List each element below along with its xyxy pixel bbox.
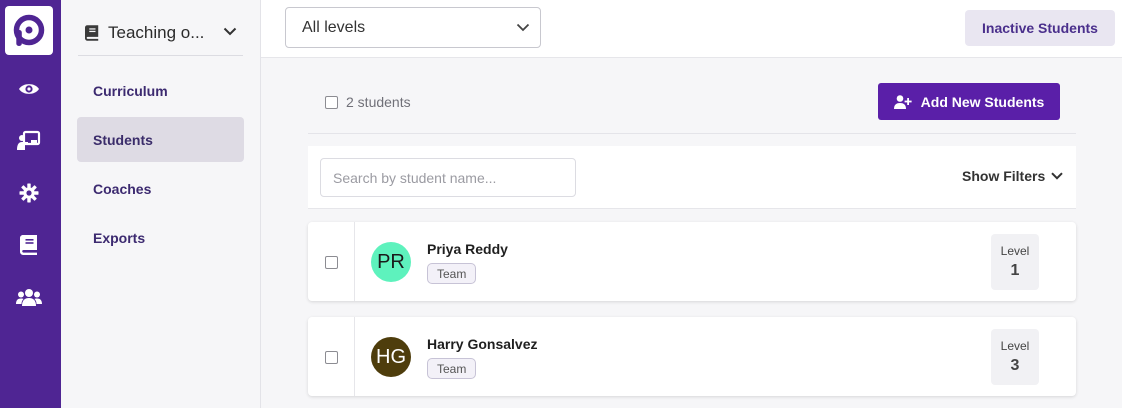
sidebar-item-coaches[interactable]: Coaches	[77, 166, 244, 211]
show-filters-label: Show Filters	[962, 168, 1046, 184]
course-title: Teaching o...	[108, 22, 205, 42]
level-select-value: All levels	[302, 18, 366, 36]
row-select-cell	[308, 222, 355, 301]
level-value: 1	[1010, 262, 1020, 279]
sidebar-item-students[interactable]: Students	[77, 117, 244, 162]
sidebar-item-curriculum[interactable]: Curriculum	[77, 68, 244, 113]
add-new-students-button[interactable]: Add New Students	[878, 83, 1060, 120]
users-icon[interactable]	[15, 283, 43, 311]
level-select[interactable]: All levels	[285, 7, 541, 48]
level-label: Level	[1000, 339, 1030, 353]
bulk-action-bar: 2 students Add New Students	[308, 70, 1076, 134]
eye-icon[interactable]	[15, 75, 43, 103]
row-checkbox[interactable]	[325, 351, 338, 364]
student-card[interactable]: PR Priya Reddy Team Level 1	[308, 222, 1076, 301]
book-icon	[85, 24, 99, 41]
icon-rail	[0, 0, 61, 408]
level-badge: Level 3	[991, 329, 1039, 385]
top-bar: All levels Inactive Students	[261, 0, 1122, 58]
student-name[interactable]: Harry Gonsalvez	[427, 336, 538, 352]
book-icon[interactable]	[15, 231, 43, 259]
avatar: HG	[371, 337, 411, 377]
add-new-students-label: Add New Students	[920, 93, 1045, 110]
team-tag: Team	[427, 358, 477, 379]
level-value: 3	[1010, 357, 1020, 374]
row-checkbox[interactable]	[325, 256, 338, 269]
sidebar-item-exports[interactable]: Exports	[77, 215, 244, 260]
avatar: PR	[371, 242, 411, 282]
team-tag: Team	[427, 263, 477, 284]
row-select-cell	[308, 317, 355, 396]
level-badge: Level 1	[991, 234, 1039, 290]
presentation-icon[interactable]	[15, 127, 43, 155]
course-selector[interactable]: Teaching o...	[78, 10, 243, 56]
select-all-checkbox[interactable]	[325, 96, 338, 109]
level-label: Level	[1000, 244, 1030, 258]
chevron-down-icon	[516, 23, 530, 32]
filter-bar: Show Filters	[308, 146, 1076, 209]
student-card[interactable]: HG Harry Gonsalvez Team Level 3	[308, 317, 1076, 396]
inactive-students-button[interactable]: Inactive Students	[965, 10, 1115, 46]
gear-icon[interactable]	[15, 179, 43, 207]
course-sidebar: Teaching o... Curriculum Students Coache…	[61, 0, 261, 408]
user-plus-icon	[893, 94, 912, 109]
student-name[interactable]: Priya Reddy	[427, 241, 508, 257]
student-count: 2 students	[346, 94, 411, 110]
search-input[interactable]	[320, 158, 576, 197]
chevron-down-icon	[1051, 172, 1063, 180]
logo-icon[interactable]	[5, 6, 53, 55]
chevron-down-icon	[223, 27, 237, 36]
show-filters-toggle[interactable]: Show Filters	[962, 168, 1063, 184]
